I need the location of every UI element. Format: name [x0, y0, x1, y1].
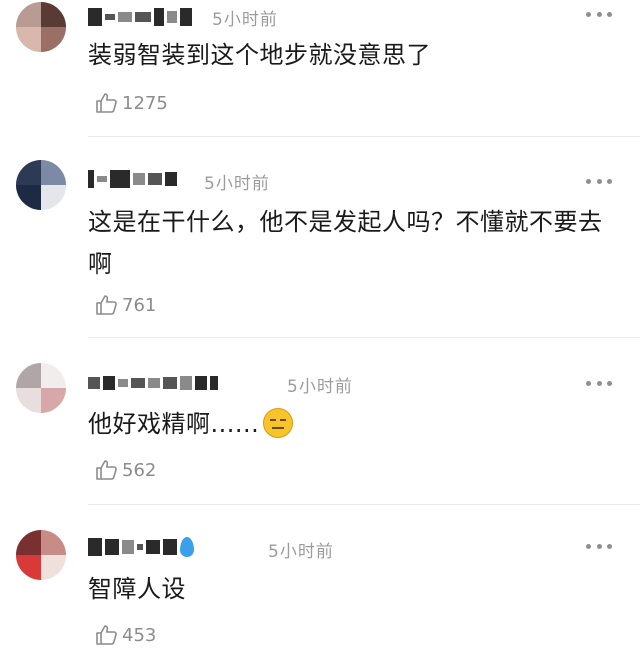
- like-count: 562: [122, 459, 157, 481]
- username-blurred[interactable]: [88, 536, 194, 558]
- comment-time: 5小时前: [268, 542, 334, 562]
- water-drop-icon: [180, 537, 194, 557]
- comment-text-content: 他好戏精啊......: [88, 410, 260, 438]
- thumbs-up-icon: [96, 295, 117, 315]
- comment-item: 5小时前 他好戏精啊...... 562: [0, 337, 640, 505]
- like-count: 761: [122, 294, 157, 316]
- username-blurred[interactable]: [88, 6, 192, 28]
- comment-item: 5小时前 智障人设 453: [0, 504, 640, 655]
- username-blurred[interactable]: [88, 168, 177, 190]
- comment-text: 装弱智装到这个地步就没意思了: [88, 41, 431, 69]
- comment-text: 这是在干什么，他不是发起人吗？不懂就不要去啊: [88, 208, 603, 278]
- comment-time: 5小时前: [204, 174, 270, 194]
- thumbs-up-icon: [96, 460, 117, 480]
- more-options-button[interactable]: [586, 379, 612, 387]
- thumbs-up-icon: [96, 625, 117, 645]
- like-count: 453: [122, 624, 157, 646]
- thumbs-up-icon: [96, 93, 117, 113]
- expressionless-face-icon: [263, 408, 294, 438]
- comment-text: 智障人设: [88, 575, 186, 603]
- like-count: 1275: [122, 92, 168, 114]
- more-dots-icon: [586, 543, 591, 549]
- like-button[interactable]: 761: [95, 291, 156, 319]
- more-dots-icon: [586, 178, 591, 184]
- more-dots-icon: [586, 380, 591, 386]
- more-dots-icon: [586, 11, 591, 17]
- comment-item: 5小时前 这是在干什么，他不是发起人吗？不懂就不要去啊 761: [0, 137, 640, 338]
- avatar[interactable]: [16, 363, 66, 413]
- avatar[interactable]: [16, 160, 66, 210]
- comment-time: 5小时前: [287, 377, 353, 397]
- like-button[interactable]: 1275: [95, 89, 168, 117]
- comment-text: 他好戏精啊......: [88, 403, 618, 445]
- avatar[interactable]: [16, 530, 66, 580]
- more-options-button[interactable]: [586, 177, 612, 185]
- more-options-button[interactable]: [586, 542, 612, 550]
- more-options-button[interactable]: [586, 10, 612, 18]
- like-button[interactable]: 562: [95, 456, 156, 484]
- comment-time: 5小时前: [212, 10, 278, 30]
- like-button[interactable]: 453: [95, 621, 156, 649]
- avatar[interactable]: [16, 2, 66, 52]
- username-blurred[interactable]: [88, 372, 218, 394]
- comment-item: 5小时前 装弱智装到这个地步就没意思了 1275: [0, 0, 640, 137]
